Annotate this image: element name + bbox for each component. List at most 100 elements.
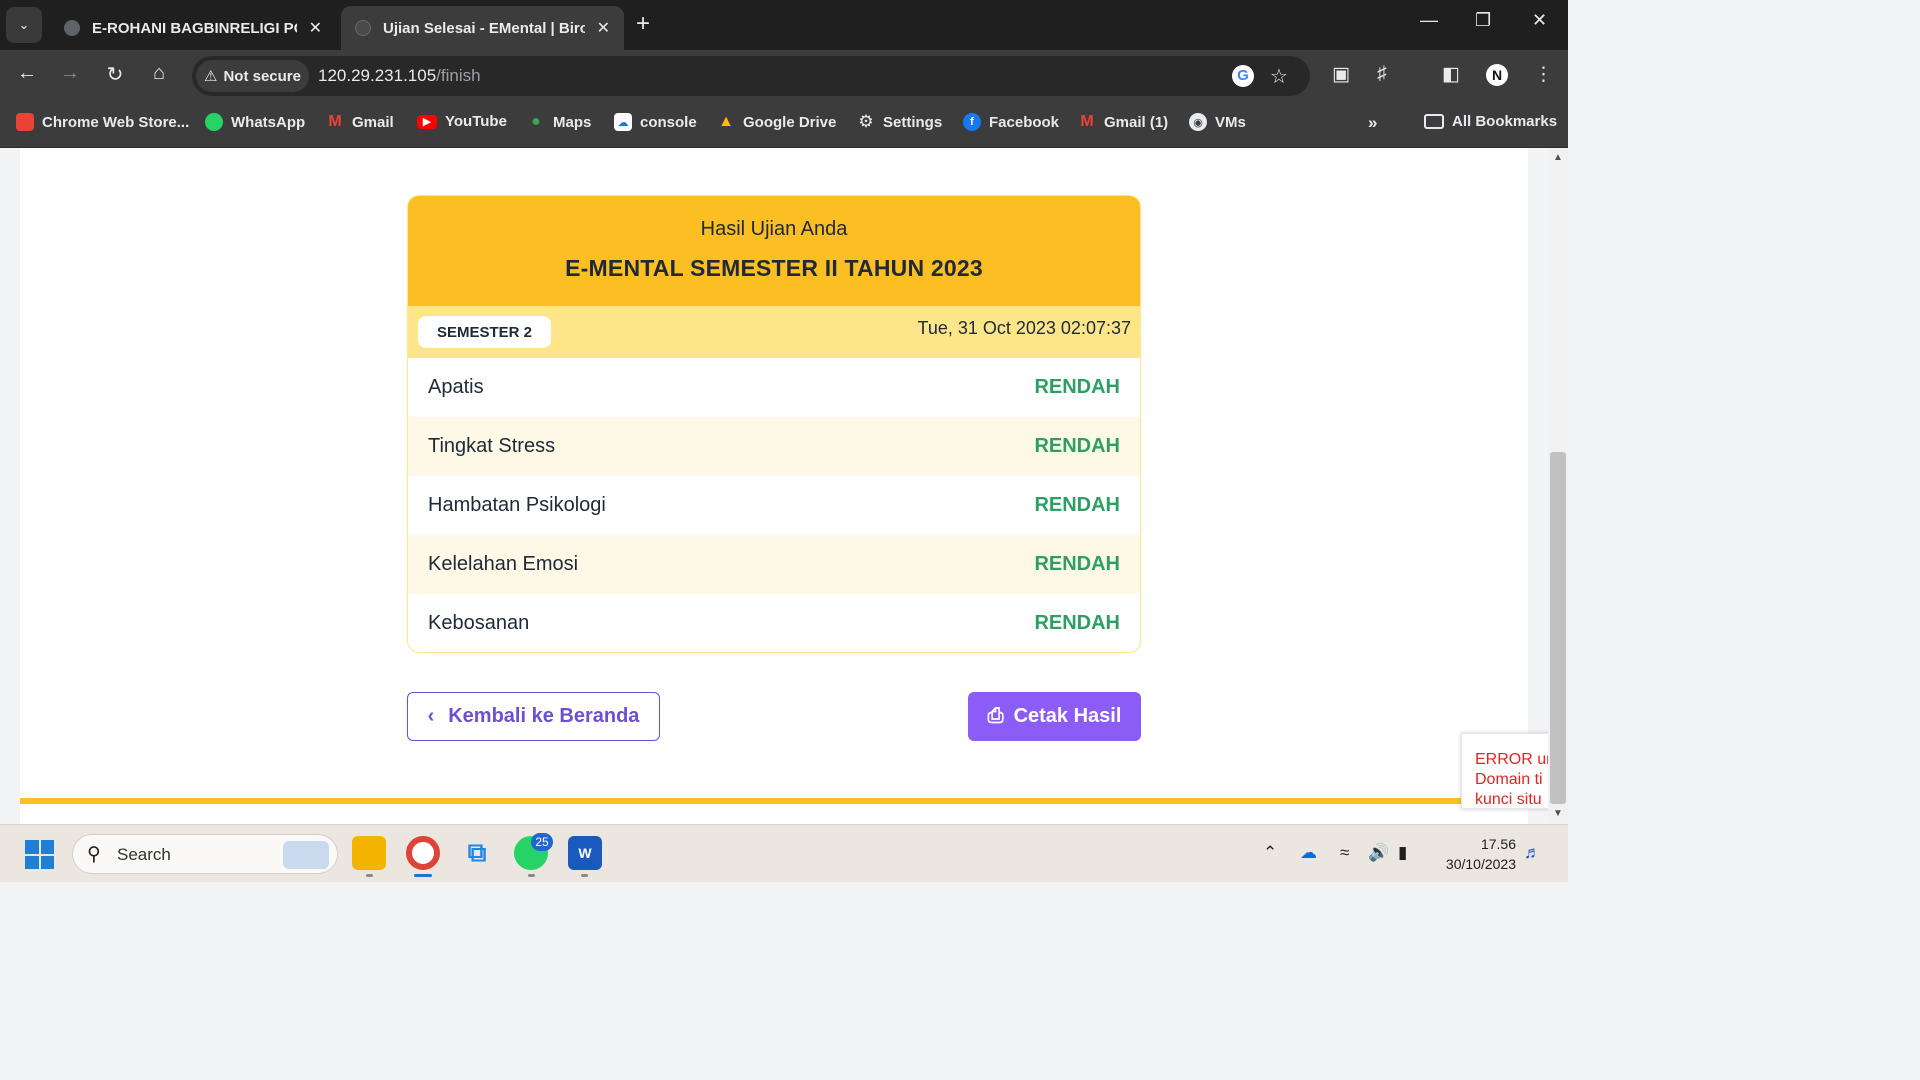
windows-start-icon[interactable]	[25, 840, 54, 869]
all-bookmarks-button[interactable]: All Bookmarks	[1424, 113, 1557, 130]
wifi-icon[interactable]: ≈	[1340, 843, 1349, 863]
address-bar[interactable]: ⚠ Not secure 120.29.231.105/finish G ☆	[192, 56, 1310, 96]
minimize-icon[interactable]: —	[1420, 10, 1438, 31]
result-subtitle: Hasil Ujian Anda	[700, 218, 848, 240]
all-bookmarks-label: All Bookmarks	[1452, 113, 1558, 130]
home-icon[interactable]: ⌂	[145, 62, 173, 85]
volume-icon[interactable]: 🔊	[1368, 843, 1389, 863]
bookmark-label: Gmail	[352, 113, 394, 131]
bookmark-google-drive[interactable]: ▲ Google Drive	[717, 113, 836, 131]
bookmark-label: YouTube	[445, 113, 507, 130]
printer-icon: ⎙	[987, 705, 1004, 727]
google-lens-icon[interactable]: G	[1232, 65, 1254, 87]
search-label: Search	[117, 845, 171, 864]
bookmarks-overflow-icon[interactable]: »	[1368, 113, 1377, 133]
page-scrollbar[interactable]: ▲ ▼	[1548, 148, 1568, 824]
onedrive-cloud-icon[interactable]: ☁	[1300, 843, 1317, 863]
notification-bell-icon[interactable]: ♬	[1524, 843, 1541, 863]
print-result-button[interactable]: ⎙ Cetak Hasil	[968, 692, 1141, 741]
gmail-icon: M	[328, 113, 342, 130]
page-viewport: Hasil Ujian Anda E-MENTAL SEMESTER II TA…	[0, 148, 1548, 824]
chevron-left-icon: ‹	[427, 705, 435, 727]
result-row-label: Apatis	[428, 376, 484, 398]
vscode-icon[interactable]: ⧉	[460, 836, 494, 870]
bookmark-label: WhatsApp	[231, 113, 306, 131]
browser-tab-strip: ⌄ E-ROHANI BAGBINRELIGI POLRI ✕ Ujian Se…	[0, 0, 1568, 50]
bookmark-label: Facebook	[989, 113, 1060, 131]
close-icon[interactable]: ✕	[597, 18, 610, 38]
print-result-label: Cetak Hasil	[1013, 705, 1122, 727]
result-timestamp: Tue, 31 Oct 2023 02:07:37	[917, 318, 1132, 338]
gear-icon: ⚙	[858, 112, 874, 131]
app-running-indicator	[581, 874, 588, 877]
tab-ujian-selesai[interactable]: Ujian Selesai - EMental | Biro Psikologi…	[341, 6, 624, 50]
globe-icon	[355, 20, 371, 36]
globe-icon: ◉	[1189, 113, 1207, 131]
bookmark-settings[interactable]: ⚙ Settings	[857, 112, 943, 131]
scroll-down-icon[interactable]: ▼	[1553, 808, 1563, 819]
menu-kebab-icon[interactable]: ⋮	[1534, 63, 1553, 86]
result-row-value: RENDAH	[1034, 376, 1120, 398]
tray-overflow-chevron-icon[interactable]: ⌃	[1263, 843, 1277, 863]
result-card: Hasil Ujian Anda E-MENTAL SEMESTER II TA…	[407, 195, 1141, 653]
bookmark-console[interactable]: ☁ console	[614, 113, 697, 131]
whatsapp-notification-badge: 25	[531, 833, 553, 851]
restore-icon[interactable]: ❐	[1475, 10, 1491, 31]
new-tab-button[interactable]: +	[636, 10, 650, 38]
chevron-down-icon: ⌄	[18, 17, 30, 32]
chrome-icon[interactable]	[406, 836, 440, 870]
profile-avatar[interactable]: N	[1486, 64, 1508, 86]
facebook-icon: f	[963, 113, 981, 131]
file-explorer-icon[interactable]	[352, 836, 386, 870]
incognito-extension-icon[interactable]: ▣	[1332, 63, 1350, 86]
battery-icon[interactable]: ▮	[1398, 843, 1407, 863]
url-text[interactable]: 120.29.231.105/finish	[318, 66, 481, 86]
back-to-home-button[interactable]: ‹ Kembali ke Beranda	[407, 692, 660, 741]
bookmark-chrome-web-store[interactable]: Chrome Web Store...	[16, 113, 189, 131]
taskbar-clock[interactable]: 17.56 30/10/2023	[1424, 834, 1516, 874]
side-panel-icon[interactable]: ◧	[1442, 63, 1460, 86]
error-popup: ERROR ur Domain ti kunci situ	[1461, 733, 1548, 809]
close-window-icon[interactable]: ✕	[1532, 10, 1547, 31]
bookmark-maps[interactable]: ● Maps	[527, 113, 591, 131]
tab-search-menu-button[interactable]: ⌄	[6, 7, 42, 43]
youtube-icon: ▶	[417, 114, 437, 129]
url-path: /finish	[436, 66, 481, 85]
google-drive-icon: ▲	[718, 113, 734, 130]
close-icon[interactable]: ✕	[309, 18, 322, 38]
result-row: Kelelahan Emosi RENDAH	[408, 535, 1140, 594]
semester-badge: SEMESTER 2	[418, 316, 552, 348]
scroll-up-icon[interactable]: ▲	[1553, 152, 1563, 163]
reload-icon[interactable]: ↻	[101, 62, 129, 87]
forward-arrow-icon[interactable]: →	[56, 62, 84, 85]
clock-date: 30/10/2023	[1445, 856, 1516, 872]
result-row-value: RENDAH	[1034, 553, 1120, 575]
bookmark-facebook[interactable]: f Facebook	[963, 113, 1059, 131]
bookmark-label: Settings	[883, 113, 943, 131]
result-row-value: RENDAH	[1034, 435, 1120, 457]
console-icon: ☁	[614, 113, 632, 131]
result-meta: SEMESTER 2 Tue, 31 Oct 2023 02:07:37	[408, 306, 1140, 358]
bookmark-vms[interactable]: ◉ VMs	[1189, 113, 1246, 131]
bookmarks-bar: Chrome Web Store... WhatsApp M Gmail ▶ You…	[0, 102, 1568, 148]
extensions-puzzle-icon[interactable]: ♯	[1377, 63, 1387, 85]
bookmark-star-icon[interactable]: ☆	[1270, 64, 1288, 89]
browser-toolbar: ← → ↻ ⌂ ⚠ Not secure 120.29.231.105/fini…	[0, 50, 1568, 102]
back-to-home-label: Kembali ke Beranda	[448, 705, 640, 727]
taskbar-search[interactable]: ⚲ Search	[72, 834, 338, 874]
security-chip[interactable]: ⚠ Not secure	[196, 60, 309, 92]
result-row-label: Tingkat Stress	[428, 435, 556, 457]
bookmark-gmail[interactable]: M Gmail	[326, 113, 394, 131]
result-row-label: Kelelahan Emosi	[428, 553, 579, 575]
scroll-thumb[interactable]	[1550, 452, 1566, 804]
bookmark-label: Google Drive	[743, 113, 837, 131]
bookmark-whatsapp[interactable]: WhatsApp	[205, 113, 305, 131]
back-arrow-icon[interactable]: ←	[13, 62, 41, 85]
word-icon[interactable]: W	[568, 836, 602, 870]
bookmark-youtube[interactable]: ▶ YouTube	[417, 113, 507, 130]
tab-e-rohani[interactable]: E-ROHANI BAGBINRELIGI POLRI ✕	[50, 6, 336, 50]
bookmark-label: Gmail (1)	[1104, 113, 1169, 131]
url-host: 120.29.231.105	[318, 66, 437, 85]
bookmark-label: VMs	[1215, 113, 1246, 131]
bookmark-gmail-1[interactable]: M Gmail (1)	[1078, 113, 1168, 131]
